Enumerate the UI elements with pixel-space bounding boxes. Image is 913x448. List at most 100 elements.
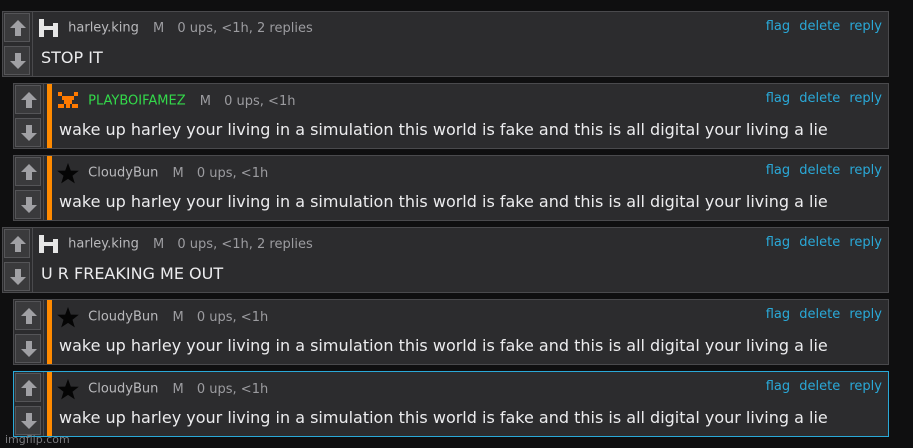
downvote-button[interactable] [4,46,30,75]
comment-3: CloudyBun M 0 ups, <1h flag delete reply… [13,155,889,221]
comment-meta: 0 ups, <1h [196,165,269,181]
vote-column [14,372,44,436]
comment-meta: 0 ups, <1h [196,381,269,397]
comment-meta: 0 ups, <1h [224,93,296,109]
reply-indent-bar [47,84,52,148]
delete-link[interactable]: delete [799,163,840,178]
gender-label: M [153,236,165,252]
comment-header: harley.king M 0 ups, <1h, 2 replies [38,234,313,254]
username[interactable]: harley.king [68,21,139,36]
vote-column [3,228,33,292]
flag-link[interactable]: flag [766,163,790,178]
comment-header: CloudyBun M 0 ups, <1h [56,306,269,328]
black-star-avatar-icon[interactable] [56,378,80,400]
comment-header: harley.king M 0 ups, <1h, 2 replies [38,18,313,38]
flag-link[interactable]: flag [766,19,790,34]
gender-label: M [153,20,165,36]
comment-text: STOP IT [41,48,103,67]
downvote-arrow-icon [10,269,26,285]
comment-text: wake up harley your living in a simulati… [59,408,828,427]
comment-actions: flag delete reply [761,19,882,34]
reply-link[interactable]: reply [849,307,882,322]
comment-actions: flag delete reply [761,235,882,250]
upvote-arrow-icon [10,20,26,36]
comment-header: PLAYBOIFAMEZ M 0 ups, <1h [56,90,295,110]
vote-column [14,84,44,148]
comment-2: PLAYBOIFAMEZ M 0 ups, <1h flag delete re… [13,83,889,149]
username[interactable]: CloudyBun [88,166,158,181]
vote-column [14,156,44,220]
gender-label: M [199,93,211,109]
downvote-button[interactable] [15,118,41,147]
reply-link[interactable]: reply [849,91,882,106]
flag-link[interactable]: flag [766,307,790,322]
comment-header: CloudyBun M 0 ups, <1h [56,378,269,400]
delete-link[interactable]: delete [799,19,840,34]
upvote-arrow-icon [21,164,37,180]
delete-link[interactable]: delete [799,307,840,322]
comment-actions: flag delete reply [761,163,882,178]
black-star-avatar-icon[interactable] [56,306,80,328]
reply-link[interactable]: reply [849,379,882,394]
reply-indent-bar [47,300,52,364]
downvote-arrow-icon [21,413,37,429]
flag-link[interactable]: flag [766,235,790,250]
comment-meta: 0 ups, <1h [196,309,269,325]
black-star-avatar-icon[interactable] [56,162,80,184]
username[interactable]: harley.king [68,237,139,252]
upvote-arrow-icon [21,92,37,108]
comment-actions: flag delete reply [761,379,882,394]
comment-text: wake up harley your living in a simulati… [59,120,828,139]
reply-link[interactable]: reply [849,235,882,250]
username[interactable]: CloudyBun [88,382,158,397]
comment-6-highlighted: CloudyBun M 0 ups, <1h flag delete reply… [13,371,889,437]
comment-header: CloudyBun M 0 ups, <1h [56,162,269,184]
downvote-button[interactable] [15,190,41,219]
comment-1: harley.king M 0 ups, <1h, 2 replies flag… [2,11,889,77]
delete-link[interactable]: delete [799,91,840,106]
harley-avatar-icon[interactable] [38,234,60,254]
downvote-arrow-icon [21,125,37,141]
flag-link[interactable]: flag [766,91,790,106]
vote-column [14,300,44,364]
downvote-arrow-icon [10,53,26,69]
username[interactable]: PLAYBOIFAMEZ [88,94,185,109]
comment-5: CloudyBun M 0 ups, <1h flag delete reply… [13,299,889,365]
delete-link[interactable]: delete [799,235,840,250]
upvote-button[interactable] [15,301,41,330]
reply-link[interactable]: reply [849,163,882,178]
pixel-skull-avatar-icon[interactable] [56,90,80,112]
comment-4: harley.king M 0 ups, <1h, 2 replies flag… [2,227,889,293]
downvote-arrow-icon [21,341,37,357]
harley-avatar-icon[interactable] [38,18,60,38]
comment-text: wake up harley your living in a simulati… [59,336,828,355]
comment-actions: flag delete reply [761,307,882,322]
upvote-button[interactable] [15,85,41,114]
comment-text: wake up harley your living in a simulati… [59,192,828,211]
comment-meta: 0 ups, <1h, 2 replies [177,236,313,252]
upvote-button[interactable] [4,13,30,42]
flag-link[interactable]: flag [766,379,790,394]
downvote-arrow-icon [21,197,37,213]
reply-link[interactable]: reply [849,19,882,34]
reply-indent-bar [47,156,52,220]
delete-link[interactable]: delete [799,379,840,394]
upvote-arrow-icon [21,308,37,324]
watermark-text: imgflip.com [5,433,70,446]
downvote-button[interactable] [4,262,30,291]
gender-label: M [172,165,184,181]
gender-label: M [172,309,184,325]
upvote-button[interactable] [15,373,41,402]
comment-text: U R FREAKING ME OUT [41,264,224,283]
vote-column [3,12,33,76]
downvote-button[interactable] [15,406,41,435]
downvote-button[interactable] [15,334,41,363]
gender-label: M [172,381,184,397]
reply-indent-bar [47,372,52,436]
upvote-arrow-icon [21,380,37,396]
upvote-button[interactable] [15,157,41,186]
upvote-button[interactable] [4,229,30,258]
comment-meta: 0 ups, <1h, 2 replies [177,20,313,36]
username[interactable]: CloudyBun [88,310,158,325]
upvote-arrow-icon [10,236,26,252]
